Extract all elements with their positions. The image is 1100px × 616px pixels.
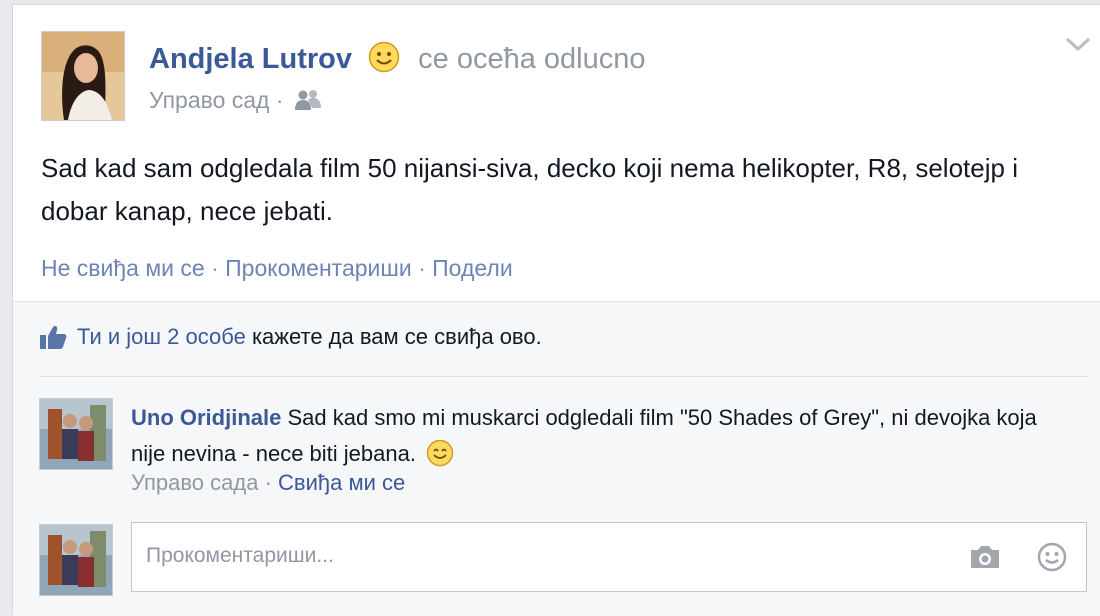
timestamp-link[interactable]: Управо сад [149, 87, 269, 113]
unlike-link[interactable]: Не свиђа ми се [41, 255, 205, 281]
comment-meta: Управо сада · Свиђа ми се [131, 470, 405, 496]
meta-separator: · [275, 87, 284, 113]
smiley-feeling-icon [368, 41, 400, 81]
comment-input[interactable] [144, 543, 948, 569]
author-name-link[interactable]: Andjela Lutrov [149, 43, 352, 75]
comment-like-link[interactable]: Свиђа ми се [278, 470, 405, 495]
smiley-emoji-icon [426, 439, 454, 478]
share-link[interactable]: Подели [432, 255, 513, 281]
comment-content: Uno Oridjinale Sad kad smo mi muskarci o… [131, 400, 1071, 478]
story-header: Andjela Lutrov се осећа odlucno [149, 41, 645, 81]
comment-timestamp[interactable]: Управо сада [131, 470, 258, 495]
comment-author-link[interactable]: Uno Oridjinale [131, 405, 281, 430]
smiley-icon[interactable] [1036, 541, 1068, 578]
author-avatar[interactable] [41, 31, 125, 121]
thumbs-up-icon [39, 324, 67, 356]
viewer-avatar[interactable] [39, 524, 113, 596]
action-separator: · [418, 255, 426, 281]
comment-composer[interactable] [131, 522, 1087, 592]
likes-text: кажете да вам се свиђа ово. [245, 324, 542, 349]
chevron-down-icon[interactable] [1063, 35, 1093, 55]
feeling-text: се осећа odlucno [418, 43, 646, 75]
feedback-panel: Ти и још 2 особе кажете да вам се свиђа … [13, 301, 1100, 616]
feed-story: Andjela Lutrov се осећа odlucno Управо с… [12, 4, 1100, 616]
likers-link[interactable]: Ти и још 2 особе [77, 324, 246, 349]
camera-icon[interactable] [968, 543, 1002, 576]
friends-icon[interactable] [294, 89, 322, 117]
action-separator: · [211, 255, 219, 281]
divider [39, 376, 1089, 377]
likes-summary: Ти и још 2 особе кажете да вам се свиђа … [39, 324, 542, 356]
post-message: Sad kad sam odgledala film 50 nijansi-si… [41, 153, 1018, 226]
commenter-avatar[interactable] [39, 398, 113, 470]
meta-separator: · [264, 470, 272, 495]
story-meta: Управо сад · [149, 87, 322, 117]
comment-link[interactable]: Прокоментариши [225, 255, 412, 281]
story-actions: Не свиђа ми се · Прокоментариши · Подели [41, 255, 513, 282]
